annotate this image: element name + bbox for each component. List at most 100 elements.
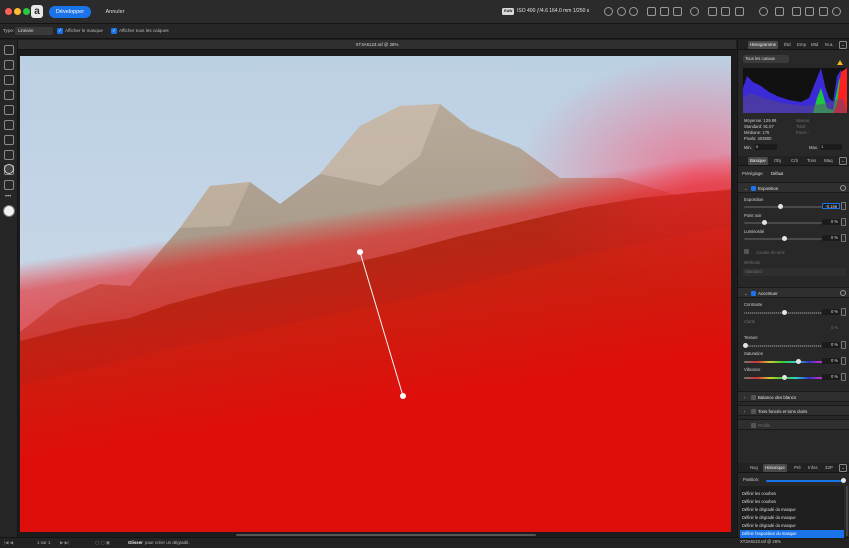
adjust-icon[interactable]: [775, 7, 784, 16]
brightness-stepper[interactable]: [841, 234, 846, 242]
collapse-adjust-icon[interactable]: ⌄: [839, 157, 847, 165]
erase-brush-icon[interactable]: [4, 150, 14, 160]
channel-select[interactable]: Tous les canaux: [743, 55, 789, 63]
history-scrollbar[interactable]: [846, 486, 848, 536]
page-first-icon[interactable]: |◀ ◀: [4, 540, 13, 546]
help-icon[interactable]: [690, 7, 699, 16]
crop-icon[interactable]: [4, 180, 14, 190]
tab-emp[interactable]: Emp: [795, 41, 808, 49]
saturation-stepper[interactable]: [841, 357, 846, 365]
gradient-start-handle[interactable]: [357, 249, 363, 255]
black-point-value[interactable]: 0 %: [822, 219, 840, 225]
texture-value[interactable]: 0 %: [822, 342, 840, 348]
enhance-section-header[interactable]: ⌄ Accentuer: [738, 287, 849, 298]
history-item[interactable]: Définir le dégradé du masque: [740, 514, 844, 522]
overlay-icon[interactable]: [819, 7, 828, 16]
saturation-slider[interactable]: [744, 359, 822, 364]
view-mode-icon[interactable]: ▢ ▢ ▣: [95, 540, 110, 546]
develop-button[interactable]: Développer: [49, 6, 91, 18]
texture-stepper[interactable]: [841, 341, 846, 349]
shadow-clip-icon[interactable]: [629, 7, 638, 16]
brightness-value[interactable]: 0 %: [822, 235, 840, 241]
history-item[interactable]: Définir les courbes: [740, 490, 844, 498]
lens-icon[interactable]: [792, 7, 801, 16]
exposure-section-header[interactable]: ⌄ Exposition: [738, 182, 849, 193]
tab-obj[interactable]: Obj: [772, 157, 783, 165]
exposure-value[interactable]: -0,166: [822, 203, 840, 209]
exposure-stepper[interactable]: [841, 202, 846, 210]
contrast-stepper[interactable]: [841, 308, 846, 316]
grid-icon[interactable]: [708, 7, 717, 16]
exposure-enable-checkbox[interactable]: [751, 186, 756, 191]
tab-history[interactable]: Historique: [763, 464, 787, 472]
sun-icon[interactable]: [759, 7, 768, 16]
profile-checkbox[interactable]: [751, 423, 756, 428]
tab-mask[interactable]: Maq: [822, 157, 835, 165]
tab-32p[interactable]: 32P: [823, 464, 835, 472]
preset-value[interactable]: Défaut: [771, 171, 783, 176]
white-balance-section-header[interactable]: › Balance des blancs: [738, 391, 849, 402]
shadows-checkbox[interactable]: [751, 409, 756, 414]
history-item[interactable]: Définir les courbes: [740, 498, 844, 506]
hand-icon[interactable]: [4, 45, 14, 55]
tab-navigator[interactable]: Nvg: [748, 464, 760, 472]
tab-basic[interactable]: Basique: [748, 157, 768, 165]
color-swatch-icon[interactable]: [3, 205, 15, 217]
brush-icon[interactable]: [4, 135, 14, 145]
more-icon[interactable]: •••: [5, 194, 11, 200]
contrast-value[interactable]: 0 %: [822, 309, 840, 315]
vibrance-stepper[interactable]: [841, 373, 846, 381]
tab-histogram[interactable]: Histogramme: [748, 41, 779, 49]
shadows-section-header[interactable]: › Tons foncés et tons clairs: [738, 405, 849, 416]
tab-ma[interactable]: M.a.: [823, 41, 836, 49]
tab-presets[interactable]: Pré: [792, 464, 803, 472]
enhance-enable-checkbox[interactable]: [751, 291, 756, 296]
collapse-icon[interactable]: ⌄: [839, 41, 847, 49]
tab-info[interactable]: Infos: [806, 464, 820, 472]
layers-icon[interactable]: [721, 7, 730, 16]
contrast-slider[interactable]: [744, 310, 822, 315]
reset-icon[interactable]: [840, 290, 846, 296]
history-position-slider[interactable]: [766, 478, 846, 483]
history-item-selected[interactable]: Définir l'exposition du masque: [740, 530, 844, 538]
exposure-slider[interactable]: [744, 204, 822, 209]
tab-etd[interactable]: Étd: [782, 41, 793, 49]
detail-icon[interactable]: [805, 7, 814, 16]
assistant-icon[interactable]: [735, 7, 744, 16]
photo[interactable]: [20, 56, 731, 532]
tone-curve-checkbox[interactable]: [744, 249, 749, 254]
zoom-window-button[interactable]: [23, 8, 30, 15]
gradient-end-handle[interactable]: [400, 393, 406, 399]
profile-section-header[interactable]: Profils: [738, 419, 849, 430]
clipping-icon[interactable]: [617, 7, 626, 16]
compare-icon[interactable]: [673, 7, 682, 16]
max-input[interactable]: 1: [820, 144, 842, 150]
close-window-button[interactable]: [5, 8, 12, 15]
mirror-view-icon[interactable]: [660, 7, 669, 16]
show-mask-checkbox[interactable]: ✓: [57, 28, 63, 34]
texture-slider[interactable]: [743, 343, 822, 348]
gradient-icon[interactable]: [4, 164, 14, 174]
history-item[interactable]: Définir le dégradé du masque: [740, 522, 844, 530]
min-input[interactable]: 0: [755, 144, 777, 150]
image-canvas[interactable]: [18, 50, 736, 537]
view-toggle-icon[interactable]: [604, 7, 613, 16]
tab-curves[interactable]: Crb: [789, 157, 800, 165]
black-point-stepper[interactable]: [841, 218, 846, 226]
black-point-slider[interactable]: [744, 220, 822, 225]
app-logo-icon[interactable]: a: [31, 5, 43, 18]
saturation-value[interactable]: 0 %: [822, 358, 840, 364]
cancel-button[interactable]: Annuler: [101, 6, 129, 18]
method-select[interactable]: Standard: [743, 268, 846, 276]
tab-tones[interactable]: Tons: [805, 157, 818, 165]
collapse-history-icon[interactable]: ⌄: [839, 464, 847, 472]
reset-icon[interactable]: [840, 185, 846, 191]
blemish-icon[interactable]: [4, 90, 14, 100]
horizontal-scrollbar[interactable]: [236, 534, 536, 536]
split-view-icon[interactable]: [647, 7, 656, 16]
zoom-icon[interactable]: [4, 60, 14, 70]
page-next-icon[interactable]: ▶ ▶|: [60, 540, 69, 546]
tab-mtd[interactable]: Mtd: [809, 41, 820, 49]
brightness-slider[interactable]: [744, 236, 822, 241]
minimize-window-button[interactable]: [14, 8, 21, 15]
